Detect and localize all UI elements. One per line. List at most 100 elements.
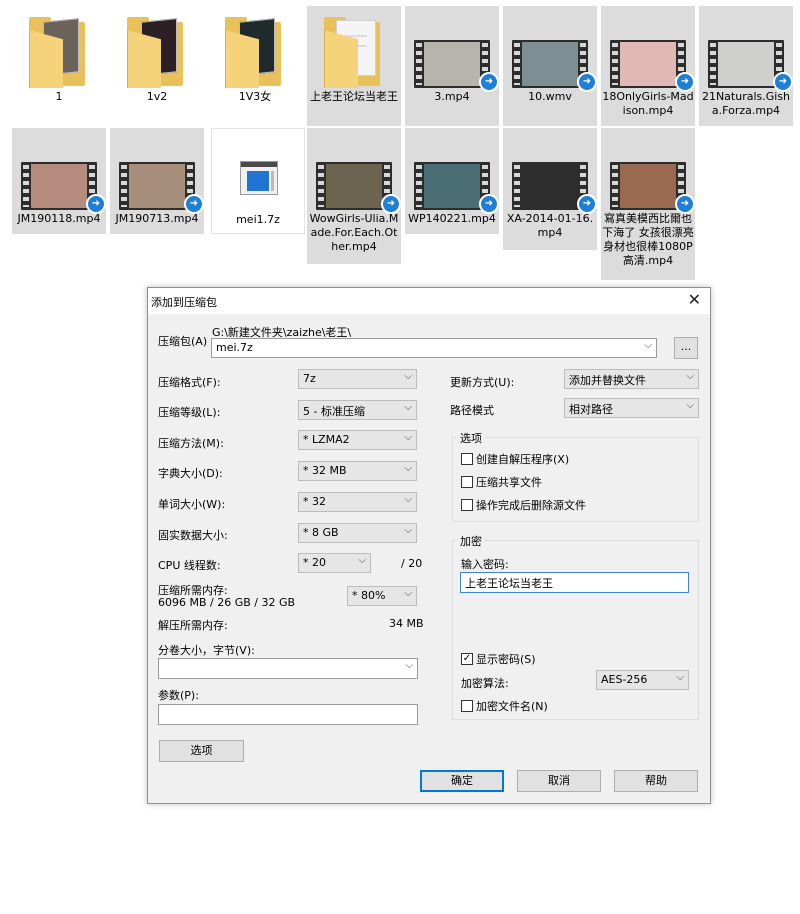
- dict-select[interactable]: * 32 MB ⌵: [298, 461, 417, 481]
- play-icon: ➜: [86, 194, 106, 214]
- archive-7z-icon: [218, 133, 298, 213]
- play-icon: ➜: [184, 194, 204, 214]
- delete-after-checkbox[interactable]: 操作完成后删除源文件: [461, 497, 586, 513]
- folder-item-laowang[interactable]: 上老王论坛当老王: [307, 6, 401, 126]
- folder-icon: [215, 10, 295, 90]
- enc-method-select[interactable]: AES-256 ⌵: [596, 670, 689, 690]
- cpu-select[interactable]: * 20 ⌵: [298, 553, 371, 573]
- chevron-down-icon: ⌵: [404, 402, 412, 413]
- method-value: * LZMA2: [303, 433, 350, 446]
- folder-icon: [117, 10, 197, 90]
- play-icon: ➜: [479, 72, 499, 92]
- params-input[interactable]: [158, 704, 418, 725]
- video-icon: ➜: [19, 132, 106, 214]
- play-icon: ➜: [675, 194, 695, 214]
- options-button[interactable]: 选项: [159, 740, 244, 762]
- video-item-21naturals[interactable]: ➜ 21Naturals.Gisha.Forza.mp4: [699, 6, 793, 126]
- archive-item-mei1[interactable]: mei1.7z: [211, 128, 305, 234]
- folder-item-1v3[interactable]: 1V3女: [208, 6, 302, 108]
- archive-label: 压缩包(A): [158, 335, 208, 348]
- video-icon: ➜: [412, 10, 499, 92]
- file-name: 1: [55, 90, 63, 103]
- help-button[interactable]: 帮助: [614, 770, 698, 792]
- word-value: * 32: [303, 495, 326, 508]
- file-name: JM190713.mp4: [115, 212, 199, 225]
- video-item-18onlygirls[interactable]: ➜ 18OnlyGirls-Madison.mp4: [601, 6, 695, 126]
- password-input[interactable]: 上老王论坛当老王: [460, 572, 689, 593]
- video-item-xizhen[interactable]: ➜ 寫真美模西比爾也下海了 女孩很漂亮身材也很棒1080P高清.mp4: [601, 128, 695, 280]
- close-icon[interactable]: ✕: [688, 291, 701, 309]
- chevron-down-icon: ⌵: [686, 400, 694, 411]
- create-sfx-checkbox[interactable]: 创建自解压程序(X): [461, 451, 569, 467]
- level-select[interactable]: 5 - 标准压缩 ⌵: [298, 400, 417, 420]
- solid-value: * 8 GB: [303, 526, 339, 539]
- play-icon: ➜: [577, 72, 597, 92]
- file-name: WowGirls-Ulia.Made.For.Each.Other.mp4: [309, 212, 399, 253]
- update-label: 更新方式(U):: [450, 376, 515, 389]
- chevron-down-icon: ⌵: [404, 525, 412, 536]
- play-icon: ➜: [381, 194, 401, 214]
- dict-label: 字典大小(D):: [158, 467, 223, 480]
- solid-label: 固实数据大小:: [158, 529, 228, 542]
- show-password-checkbox[interactable]: ✓ 显示密码(S): [461, 651, 536, 667]
- file-name: 上老王论坛当老王: [310, 90, 398, 103]
- format-select[interactable]: 7z ⌵: [298, 369, 417, 389]
- video-item-wowgirls[interactable]: ➜ WowGirls-Ulia.Made.For.Each.Other.mp4: [307, 128, 401, 264]
- solid-select[interactable]: * 8 GB ⌵: [298, 523, 417, 543]
- chevron-down-icon: ⌵: [404, 432, 412, 443]
- word-select[interactable]: * 32 ⌵: [298, 492, 417, 512]
- video-item-wp140221[interactable]: ➜ WP140221.mp4: [405, 128, 499, 234]
- level-value: 5 - 标准压缩: [303, 405, 365, 418]
- archive-name-value: mei.7z: [216, 341, 253, 354]
- chevron-down-icon: ⌵: [686, 371, 694, 382]
- chevron-down-icon: ⌵: [404, 463, 412, 474]
- encrypt-names-checkbox[interactable]: 加密文件名(N): [461, 698, 548, 714]
- add-to-archive-dialog: 添加到压缩包 ✕ 压缩包(A) G:\新建文件夹\zaizhe\老王\ mei.…: [147, 287, 711, 804]
- chevron-down-icon: ⌵: [404, 588, 412, 599]
- mem-detail: 6096 MB / 26 GB / 32 GB: [158, 596, 296, 609]
- level-label: 压缩等级(L):: [158, 406, 221, 419]
- split-size-combo[interactable]: ⌵: [158, 658, 418, 679]
- video-item-jm190118[interactable]: ➜ JM190118.mp4: [12, 128, 106, 234]
- file-name: 10.wmv: [528, 90, 572, 103]
- cancel-button[interactable]: 取消: [517, 770, 601, 792]
- checkbox-box: [461, 700, 473, 712]
- video-item-10[interactable]: ➜ 10.wmv: [503, 6, 597, 126]
- browse-button[interactable]: ...: [674, 337, 698, 359]
- path-select[interactable]: 相对路径 ⌵: [564, 398, 699, 418]
- video-item-xa20140116[interactable]: ➜ XA-2014-01-16.mp4: [503, 128, 597, 250]
- method-label: 压缩方法(M):: [158, 437, 224, 450]
- chevron-down-icon: ⌵: [404, 371, 412, 382]
- ok-button[interactable]: 确定: [420, 770, 504, 792]
- compress-shared-checkbox[interactable]: 压缩共享文件: [461, 474, 542, 490]
- method-select[interactable]: * LZMA2 ⌵: [298, 430, 417, 450]
- folder-icon: [19, 10, 99, 90]
- video-item-jm190713[interactable]: ➜ JM190713.mp4: [110, 128, 204, 234]
- checkmark-icon: ✓: [461, 653, 473, 665]
- archive-name-combo[interactable]: mei.7z ⌵: [211, 338, 657, 358]
- encrypt-names-label: 加密文件名(N): [476, 700, 548, 713]
- play-icon: ➜: [577, 194, 597, 214]
- path-label: 路径模式: [450, 404, 494, 417]
- chevron-down-icon: ⌵: [676, 672, 684, 683]
- video-item-3[interactable]: ➜ 3.mp4: [405, 6, 499, 126]
- file-name: XA-2014-01-16.mp4: [506, 212, 594, 239]
- file-name: JM190118.mp4: [17, 212, 101, 225]
- update-select[interactable]: 添加并替换文件 ⌵: [564, 369, 699, 389]
- mem-select[interactable]: * 80% ⌵: [347, 586, 417, 606]
- cpu-value: * 20: [303, 556, 326, 569]
- video-icon: ➜: [706, 10, 793, 92]
- path-value: 相对路径: [569, 403, 613, 416]
- options-group-title: 选项: [457, 430, 485, 446]
- file-name: 寫真美模西比爾也下海了 女孩很漂亮身材也很棒1080P高清.mp4: [602, 212, 694, 267]
- encryption-group-title: 加密: [457, 533, 485, 549]
- delete-after-label: 操作完成后删除源文件: [476, 499, 586, 512]
- folder-icon: [314, 10, 394, 90]
- file-name: 3.mp4: [434, 90, 470, 103]
- folder-item-1v2[interactable]: 1v2: [110, 6, 204, 108]
- dialog-titlebar[interactable]: 添加到压缩包 ✕: [148, 288, 710, 314]
- folder-item-1[interactable]: 1: [12, 6, 106, 108]
- dict-value: * 32 MB: [303, 464, 347, 477]
- chevron-down-icon: ⌵: [404, 494, 412, 505]
- params-label: 参数(P):: [158, 689, 199, 702]
